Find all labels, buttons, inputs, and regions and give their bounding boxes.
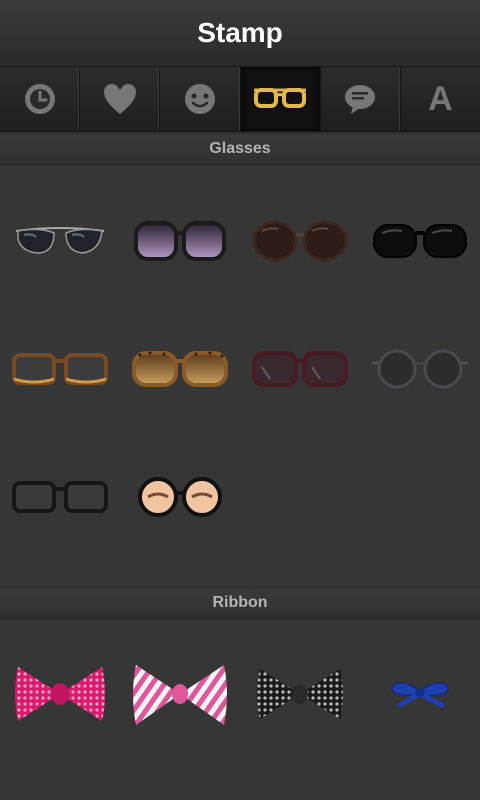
burgundy-sunglasses[interactable]: [240, 305, 360, 433]
tab-glasses[interactable]: [240, 67, 321, 131]
section-title: Glasses: [209, 140, 271, 157]
heart-icon: [103, 84, 136, 114]
brown-round-sunglasses[interactable]: [240, 177, 360, 305]
page-title: Stamp: [197, 17, 283, 48]
tab-speech[interactable]: [321, 67, 401, 131]
face-icon: [184, 84, 215, 114]
glasses-icon: [254, 88, 307, 108]
tortoise-frame-glasses[interactable]: [0, 305, 120, 433]
round-wire-glasses[interactable]: [360, 305, 480, 433]
purple-sunglasses[interactable]: [120, 177, 240, 305]
title-bar: Stamp: [0, 0, 480, 67]
speech-bubble-icon: [345, 85, 376, 114]
tab-favorites[interactable]: [80, 67, 161, 131]
section-header-ribbon: Ribbon: [0, 587, 480, 619]
black-sunglasses[interactable]: [360, 177, 480, 305]
section-title: Ribbon: [212, 594, 268, 611]
pink-striped-bow[interactable]: [120, 630, 240, 758]
category-tabs: A: [0, 67, 480, 132]
ribbon-grid: [0, 630, 480, 758]
tab-recent[interactable]: [0, 67, 81, 131]
glasses-grid: [0, 177, 480, 561]
tab-text[interactable]: A: [401, 67, 480, 131]
tab-faces[interactable]: [160, 67, 241, 131]
clock-icon: [24, 84, 55, 114]
blue-ribbon-bow[interactable]: [360, 630, 480, 758]
section-header-glasses: Glasses: [0, 133, 480, 165]
letter-a-icon: A: [428, 79, 453, 118]
black-frame-glasses[interactable]: [0, 433, 120, 561]
leopard-sunglasses[interactable]: [120, 305, 240, 433]
funny-eyes-glasses[interactable]: [120, 433, 240, 561]
pink-sequin-bow[interactable]: [0, 630, 120, 758]
black-sequin-bow[interactable]: [240, 630, 360, 758]
aviator-sunglasses[interactable]: [0, 177, 120, 305]
